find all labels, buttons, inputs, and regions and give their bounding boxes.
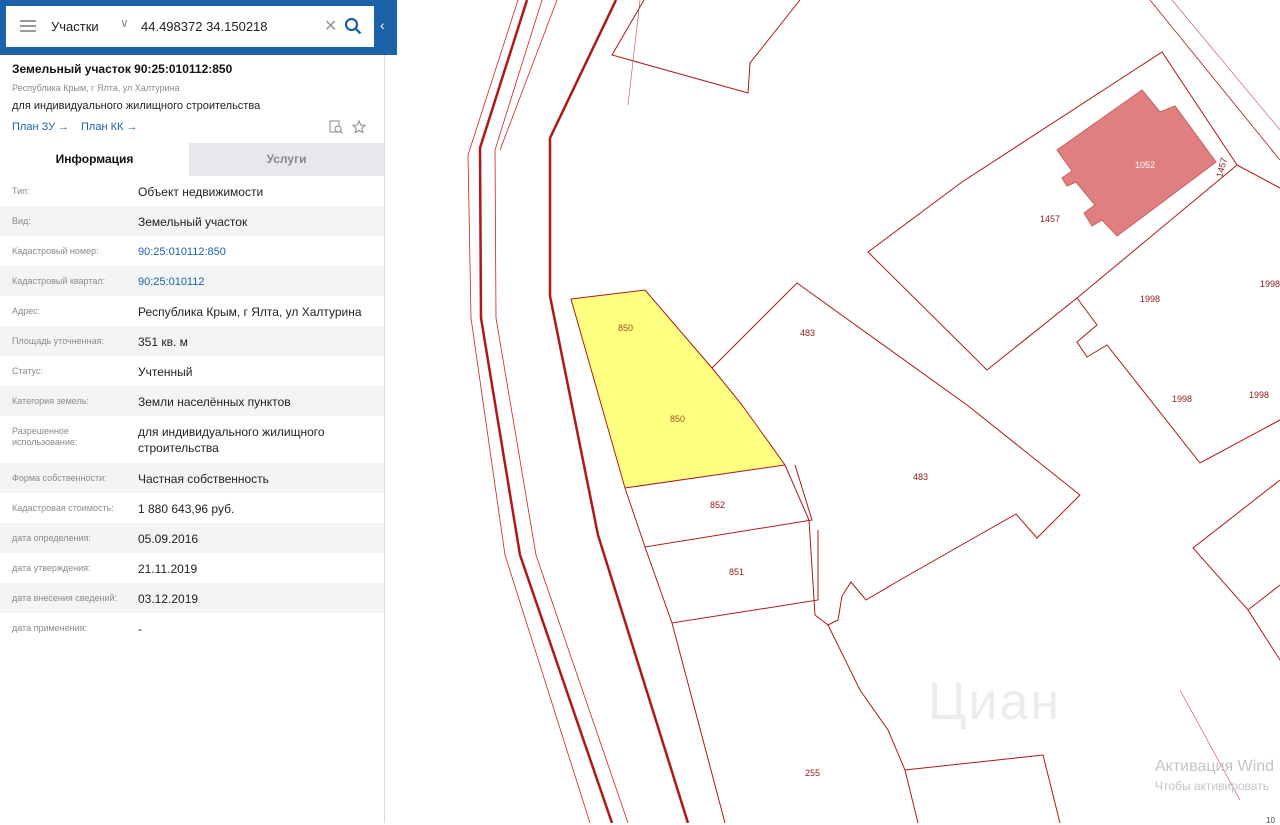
label-255: 255 (805, 768, 820, 778)
search-input[interactable]: 44.498372 34.150218 (141, 19, 268, 34)
info-key: Разрешенное использование: (12, 426, 78, 447)
parcel-lower (904, 754, 1061, 823)
watermark-logo: Циан (928, 673, 1062, 731)
info-key: дата утверждения: (12, 563, 91, 573)
info-row: дата внесения сведений: 03.12.2019 (0, 583, 384, 613)
search-icon[interactable] (344, 17, 362, 35)
info-value: для индивидуального жилищного строительс… (138, 425, 325, 455)
info-key: Категория земель: (12, 396, 89, 406)
info-panel: Участки ∨ 44.498372 34.150218 ✕ ‹ Земель… (0, 0, 397, 823)
info-key: Кадастровый номер: (12, 246, 99, 256)
activation-subtitle: Чтобы активировать (1155, 779, 1269, 793)
label-852: 852 (710, 500, 725, 510)
info-value: 1 880 643,96 руб. (138, 502, 235, 516)
info-value: 351 кв. м (138, 335, 188, 349)
plan-zu-link[interactable]: План ЗУ → (12, 121, 69, 133)
tab-services[interactable]: Услуги (189, 143, 384, 176)
info-row: дата применения: - (0, 613, 384, 643)
cadastral-quarter-link[interactable]: 90:25:010112 (138, 274, 378, 290)
scale-number: 10 (1266, 816, 1275, 825)
label-850: 850 (670, 414, 685, 424)
info-value: 05.09.2016 (138, 532, 199, 546)
info-row: Вид: Земельный участок (0, 206, 384, 236)
parcel-far-right2 (1247, 609, 1280, 661)
search-mode-select[interactable]: Участки (51, 19, 99, 34)
info-row: Площадь уточненная: 351 кв. м (0, 326, 384, 356)
info-row: дата определения: 05.09.2016 (0, 523, 384, 553)
info-row: Кадастровый номер: 90:25:010112:850 (0, 236, 384, 266)
info-row: Кадастровая стоимость: 1 880 643,96 руб. (0, 493, 384, 523)
info-key: Форма собственности: (12, 473, 107, 483)
star-icon[interactable] (352, 120, 366, 134)
tab-information[interactable]: Информация (0, 143, 189, 176)
info-key: дата применения: (12, 623, 88, 633)
page-title: Земельный участок 90:25:010112:850 (12, 62, 233, 76)
parcel-255 (671, 622, 726, 823)
parcel-top-line (627, 0, 641, 106)
info-row: Кадастровый квартал: 90:25:010112 (0, 266, 384, 296)
info-row: дата утверждения: 21.11.2019 (0, 553, 384, 583)
info-key: Тип: (12, 186, 30, 196)
parcel-1457 (867, 51, 1238, 371)
label-1998: 1998 (1260, 279, 1280, 289)
road-boundary-thick (478, 0, 614, 823)
info-key: Адрес: (12, 306, 41, 316)
info-row: Адрес: Республика Крым, г Ялта, ул Халту… (0, 296, 384, 326)
chevron-down-icon[interactable]: ∨ (120, 16, 129, 30)
label-851: 851 (729, 567, 744, 577)
info-row: Статус: Учтенный (0, 356, 384, 386)
info-row: Категория земель: Земли населённых пункт… (0, 386, 384, 416)
parcel-1998 (1076, 297, 1280, 464)
info-value: 21.11.2019 (138, 562, 198, 576)
info-value: Земли населённых пунктов (138, 395, 291, 409)
info-row: Разрешенное использование: для индивидуа… (0, 416, 384, 463)
info-key: дата определения: (12, 533, 91, 543)
parcel-far-right (1192, 479, 1280, 611)
road-boundary-thin (499, 0, 558, 151)
cadastral-number-link[interactable]: 90:25:010112:850 (138, 244, 378, 260)
label-850: 850 (618, 323, 633, 333)
tab-bar: Информация Услуги (0, 143, 384, 176)
label-1998: 1998 (1249, 390, 1269, 400)
label-1457: 1457 (1214, 157, 1229, 179)
label-1998: 1998 (1140, 294, 1160, 304)
info-value: Учтенный (138, 365, 193, 379)
info-row: Тип: Объект недвижимости (0, 176, 384, 206)
parcel-address: Республика Крым, г Ялта, ул Халтурина (12, 83, 180, 93)
label-1998: 1998 (1172, 394, 1192, 404)
menu-icon[interactable] (20, 20, 36, 33)
info-key: дата внесения сведений: (12, 593, 117, 603)
parcel-right-top2 (1171, 0, 1280, 131)
info-value: Земельный участок (138, 215, 248, 229)
search-bar: Участки ∨ 44.498372 34.150218 ✕ ‹ (0, 0, 397, 55)
document-search-icon[interactable] (329, 120, 343, 134)
info-key: Вид: (12, 216, 31, 226)
plan-kk-link[interactable]: План КК → (81, 121, 137, 133)
info-key: Кадастровый квартал: (12, 276, 106, 286)
road-boundary-thin (467, 0, 591, 823)
collapse-panel-icon[interactable]: ‹ (380, 17, 385, 33)
info-value: Объект недвижимости (138, 185, 264, 199)
info-value: Республика Крым, г Ялта, ул Халтурина (138, 305, 362, 319)
parcel-right (1236, 164, 1280, 189)
parcel-255-east (827, 624, 919, 823)
parcel-purpose: для индивидуального жилищного строительс… (12, 100, 261, 112)
parcel-850-selected (570, 289, 786, 489)
parcel-top (611, 0, 801, 94)
info-key: Площадь уточненная: (12, 336, 104, 346)
label-1052: 1052 (1135, 160, 1155, 170)
info-key: Статус: (12, 366, 43, 376)
label-1457: 1457 (1040, 214, 1060, 224)
info-key: Кадастровая стоимость: (12, 503, 114, 513)
info-table: Тип: Объект недвижимости Вид: Земельный … (0, 176, 384, 643)
close-icon[interactable]: ✕ (324, 16, 337, 36)
activation-title: Активация Wind (1155, 758, 1274, 775)
info-value: 03.12.2019 (138, 592, 199, 606)
search-box: Участки ∨ 44.498372 34.150218 ✕ (6, 6, 374, 47)
info-value: - (138, 622, 142, 636)
label-483: 483 (800, 328, 815, 338)
label-483: 483 (913, 472, 928, 482)
info-value: Частная собственность (138, 472, 269, 486)
info-row: Форма собственности: Частная собственнос… (0, 463, 384, 493)
